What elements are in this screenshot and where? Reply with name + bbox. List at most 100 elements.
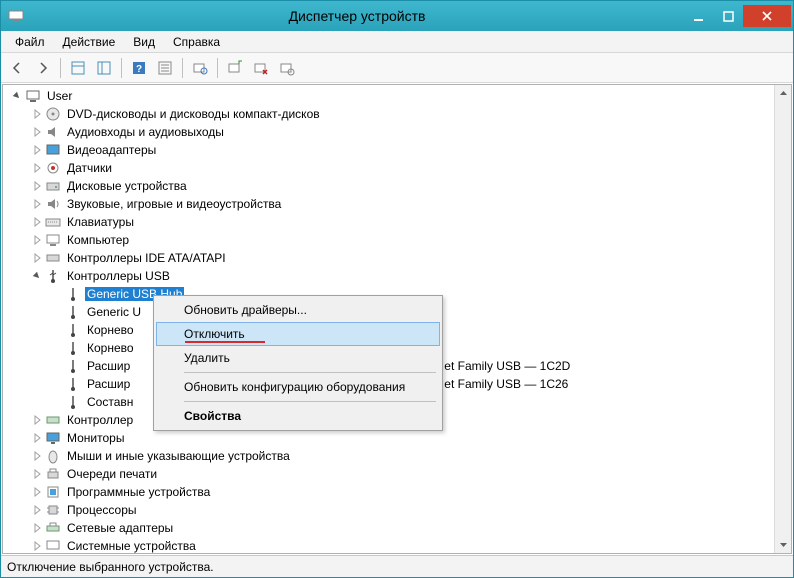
ctx-update-drivers[interactable]: Обновить драйверы... (156, 298, 440, 322)
context-menu[interactable]: Обновить драйверы... Отключить Удалить О… (153, 295, 443, 431)
expand-icon[interactable] (31, 432, 43, 444)
close-button[interactable] (743, 5, 791, 27)
back-button[interactable] (5, 56, 29, 80)
expand-icon[interactable] (31, 108, 43, 120)
maximize-button[interactable] (713, 5, 743, 27)
speaker-icon (45, 196, 61, 212)
expand-icon[interactable] (31, 180, 43, 192)
category-label: Датчики (65, 161, 114, 175)
ctx-delete[interactable]: Удалить (156, 346, 440, 370)
menu-help[interactable]: Справка (165, 33, 228, 51)
tree-category-keyboard[interactable]: Клавиатуры (7, 213, 791, 231)
ctx-scan-hardware[interactable]: Обновить конфигурацию оборудования (156, 375, 440, 399)
monitor-icon (45, 430, 61, 446)
tree-category-audio[interactable]: Аудиовходы и аудиовыходы (7, 123, 791, 141)
ctx-label: Обновить драйверы... (184, 303, 307, 317)
forward-button[interactable] (31, 56, 55, 80)
window-title: Диспетчер устройств (31, 8, 683, 24)
expand-icon[interactable] (31, 126, 43, 138)
software-icon (45, 484, 61, 500)
device-label: Расшир (85, 377, 132, 391)
tree-category-network[interactable]: Сетевые адаптеры (7, 519, 791, 537)
tree-category-computer[interactable]: Компьютер (7, 231, 791, 249)
category-label: Программные устройства (65, 485, 212, 499)
scan-hardware-button[interactable] (188, 56, 212, 80)
expand-icon[interactable] (31, 216, 43, 228)
toolbar-separator (121, 58, 122, 78)
category-label: Аудиовходы и аудиовыходы (65, 125, 226, 139)
expand-icon[interactable] (31, 504, 43, 516)
vertical-scrollbar[interactable] (774, 85, 791, 553)
expand-icon[interactable] (31, 486, 43, 498)
tree-category-cpu[interactable]: Процессоры (7, 501, 791, 519)
speaker-icon (45, 124, 61, 140)
tree-category-usb[interactable]: Контроллеры USB (7, 267, 791, 285)
help-button[interactable]: ? (127, 56, 151, 80)
computer-icon (45, 232, 61, 248)
usb-device-icon (65, 394, 81, 410)
expand-icon[interactable] (31, 234, 43, 246)
tree-category-dvd[interactable]: DVD-дисководы и дисководы компакт-дисков (7, 105, 791, 123)
device-label: Generic U (85, 305, 143, 319)
category-label: Контроллеры IDE ATA/ATAPI (65, 251, 228, 265)
tree-category-software[interactable]: Программные устройства (7, 483, 791, 501)
toolbar-separator (217, 58, 218, 78)
expand-icon[interactable] (31, 522, 43, 534)
category-label: Процессоры (65, 503, 139, 517)
tree-category-system[interactable]: Системные устройства (7, 537, 791, 553)
collapse-icon[interactable] (31, 270, 43, 282)
toolbar-separator (60, 58, 61, 78)
tree-category-ide[interactable]: Контроллеры IDE ATA/ATAPI (7, 249, 791, 267)
ctx-disable[interactable]: Отключить (156, 322, 440, 346)
usb-device-icon (65, 340, 81, 356)
tree-category-disk[interactable]: Дисковые устройства (7, 177, 791, 195)
disable-button[interactable] (275, 56, 299, 80)
collapse-icon[interactable] (11, 90, 23, 102)
cpu-icon (45, 502, 61, 518)
ctx-label: Свойства (184, 409, 241, 423)
tree-category-sensors[interactable]: Датчики (7, 159, 791, 177)
category-label: Сетевые адаптеры (65, 521, 175, 535)
usb-device-icon (65, 286, 81, 302)
scroll-down-button[interactable] (775, 536, 792, 553)
view-button-1[interactable] (66, 56, 90, 80)
menu-file[interactable]: Файл (7, 33, 53, 51)
device-label: Корнево (85, 341, 136, 355)
svg-text:?: ? (136, 64, 142, 75)
device-manager-window: Диспетчер устройств Файл Действие Вид Сп… (0, 0, 794, 578)
expand-icon[interactable] (31, 144, 43, 156)
uninstall-button[interactable] (249, 56, 273, 80)
device-label: Корнево (85, 323, 136, 337)
expand-icon[interactable] (31, 198, 43, 210)
expand-icon[interactable] (31, 252, 43, 264)
expand-icon[interactable] (31, 468, 43, 480)
tree-category-video[interactable]: Видеоадаптеры (7, 141, 791, 159)
menu-view[interactable]: Вид (125, 33, 163, 51)
ctx-properties[interactable]: Свойства (156, 404, 440, 428)
expand-icon[interactable] (31, 162, 43, 174)
minimize-button[interactable] (683, 5, 713, 27)
tree-category-mice[interactable]: Мыши и иные указывающие устройства (7, 447, 791, 465)
keyboard-icon (45, 214, 61, 230)
tree-category-monitors[interactable]: Мониторы (7, 429, 791, 447)
expand-icon[interactable] (31, 450, 43, 462)
category-label: Клавиатуры (65, 215, 136, 229)
expand-icon[interactable] (31, 414, 43, 426)
device-label-suffix: et Family USB — 1C26 (442, 377, 570, 391)
tree-root[interactable]: User (7, 87, 791, 105)
computer-icon (25, 88, 41, 104)
titlebar[interactable]: Диспетчер устройств (1, 1, 793, 31)
tree-category-print-queues[interactable]: Очереди печати (7, 465, 791, 483)
properties-button[interactable] (153, 56, 177, 80)
update-driver-button[interactable] (223, 56, 247, 80)
menu-action[interactable]: Действие (55, 33, 124, 51)
system-icon (45, 538, 61, 553)
view-button-2[interactable] (92, 56, 116, 80)
expand-icon[interactable] (31, 540, 43, 552)
scroll-up-button[interactable] (775, 85, 792, 102)
highlight-line (185, 341, 265, 343)
tree-root-label: User (45, 89, 74, 103)
ide-icon (45, 250, 61, 266)
tree-category-sound[interactable]: Звуковые, игровые и видеоустройства (7, 195, 791, 213)
status-text: Отключение выбранного устройства. (7, 560, 214, 574)
